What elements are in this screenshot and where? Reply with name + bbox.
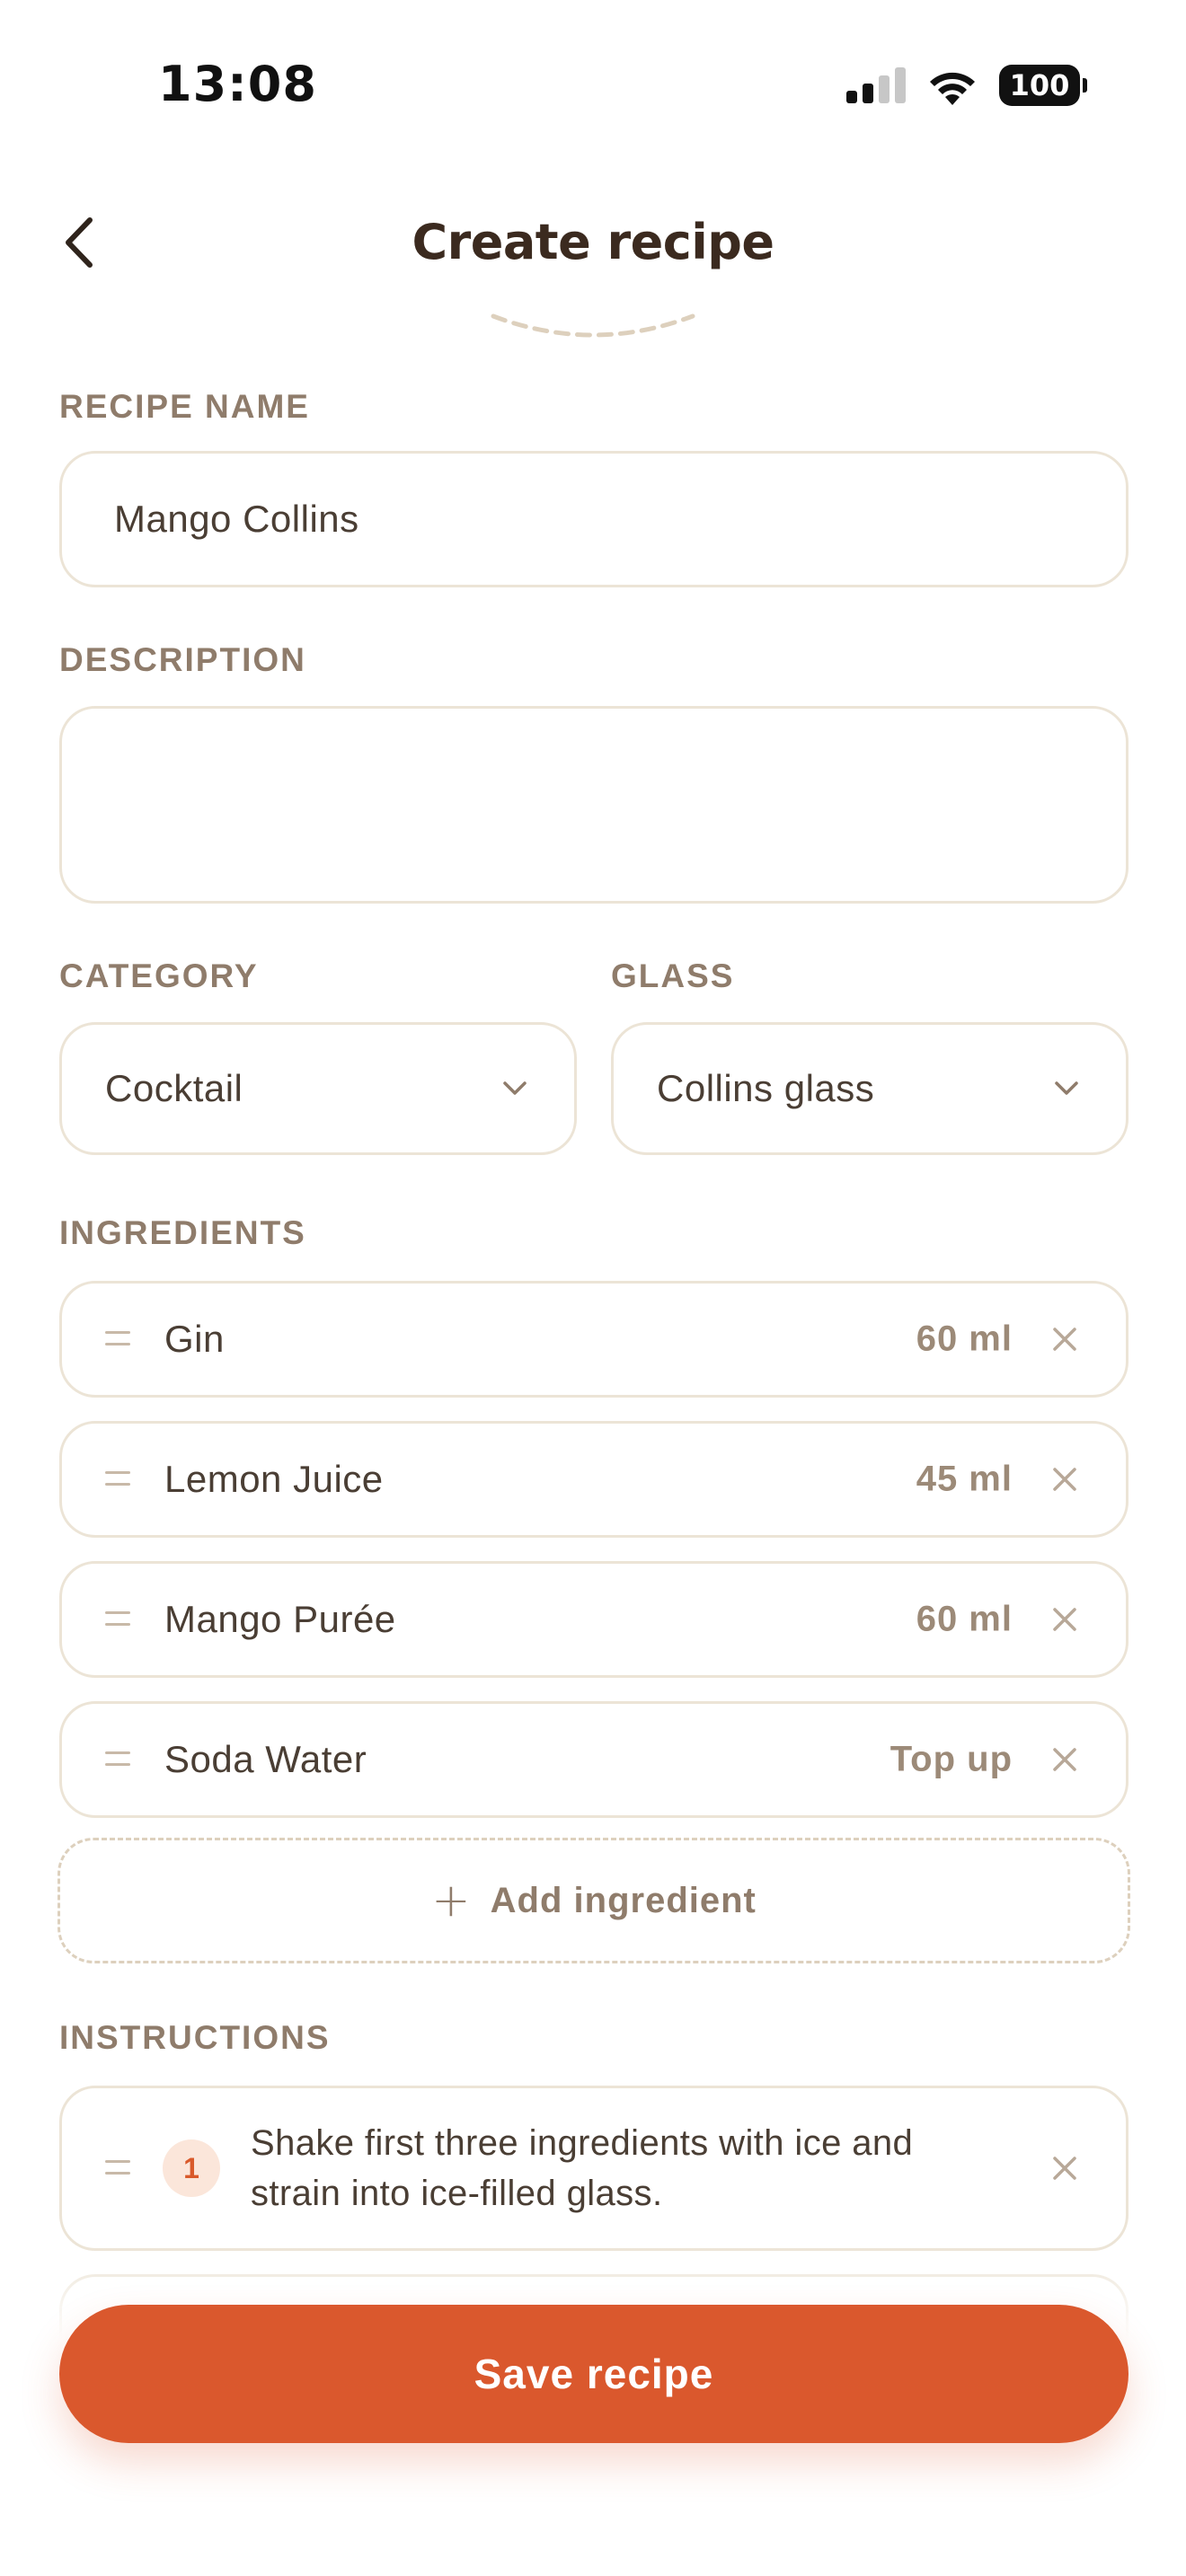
- remove-icon[interactable]: [1049, 1323, 1081, 1355]
- ingredient-row[interactable]: Gin 60 ml: [59, 1281, 1128, 1398]
- glass-value: Collins glass: [657, 1067, 875, 1109]
- instructions-label: INSTRUCTIONS: [59, 2019, 331, 2056]
- ingredient-name: Soda Water: [164, 1738, 367, 1780]
- drag-handle-icon[interactable]: [105, 2160, 130, 2176]
- wifi-icon: [930, 72, 975, 105]
- category-value: Cocktail: [105, 1067, 243, 1109]
- remove-icon[interactable]: [1049, 1603, 1081, 1636]
- glass-label: GLASS: [611, 957, 735, 994]
- chevron-down-icon: [1055, 1081, 1078, 1095]
- status-bar: 13:08 100: [0, 0, 1186, 171]
- header: Create recipe: [0, 180, 1186, 359]
- instruction-text[interactable]: Shake first three ingredients with ice a…: [251, 2118, 982, 2219]
- description-input[interactable]: [59, 706, 1128, 904]
- remove-icon[interactable]: [1049, 2152, 1081, 2184]
- status-time: 13:08: [158, 56, 317, 112]
- ingredient-name: Lemon Juice: [164, 1458, 384, 1500]
- title-decoration: [491, 313, 695, 338]
- drag-handle-icon[interactable]: [105, 1331, 130, 1347]
- recipe-name-value: Mango Collins: [114, 498, 359, 540]
- ingredient-row[interactable]: Mango Purée 60 ml: [59, 1561, 1128, 1678]
- battery-level: 100: [1009, 68, 1070, 102]
- ingredient-amount[interactable]: Top up: [890, 1740, 1013, 1780]
- glass-select[interactable]: Collins glass: [611, 1022, 1128, 1155]
- ingredient-amount[interactable]: 60 ml: [916, 1319, 1013, 1360]
- drag-handle-icon[interactable]: [105, 1611, 130, 1628]
- plus-icon: +: [431, 1874, 471, 1928]
- recipe-name-input[interactable]: Mango Collins: [59, 451, 1128, 587]
- battery-icon: 100: [999, 65, 1087, 106]
- instruction-row[interactable]: 1 Shake first three ingredients with ice…: [59, 2086, 1128, 2251]
- status-icons: 100: [846, 65, 1087, 106]
- ingredient-row[interactable]: Soda Water Top up: [59, 1701, 1128, 1818]
- ingredients-label: INGREDIENTS: [59, 1214, 306, 1251]
- save-recipe-button[interactable]: Save recipe: [59, 2305, 1128, 2443]
- ingredient-name: Mango Purée: [164, 1598, 396, 1640]
- ingredient-name: Gin: [164, 1318, 225, 1360]
- add-ingredient-button[interactable]: + Add ingredient: [58, 1838, 1130, 1963]
- chevron-down-icon: [503, 1081, 527, 1095]
- category-select[interactable]: Cocktail: [59, 1022, 577, 1155]
- recipe-name-label: RECIPE NAME: [59, 388, 310, 425]
- signal-icon: [846, 67, 906, 103]
- remove-icon[interactable]: [1049, 1463, 1081, 1495]
- step-number-badge: 1: [163, 2139, 220, 2197]
- add-ingredient-label: Add ingredient: [490, 1880, 757, 1920]
- description-label: DESCRIPTION: [59, 641, 306, 678]
- ingredient-row[interactable]: Lemon Juice 45 ml: [59, 1421, 1128, 1538]
- drag-handle-icon[interactable]: [105, 1751, 130, 1768]
- page-title: Create recipe: [412, 214, 774, 270]
- drag-handle-icon[interactable]: [105, 1471, 130, 1487]
- category-label: CATEGORY: [59, 957, 259, 994]
- ingredient-amount[interactable]: 45 ml: [916, 1460, 1013, 1500]
- ingredient-amount[interactable]: 60 ml: [916, 1600, 1013, 1640]
- remove-icon[interactable]: [1049, 1743, 1081, 1776]
